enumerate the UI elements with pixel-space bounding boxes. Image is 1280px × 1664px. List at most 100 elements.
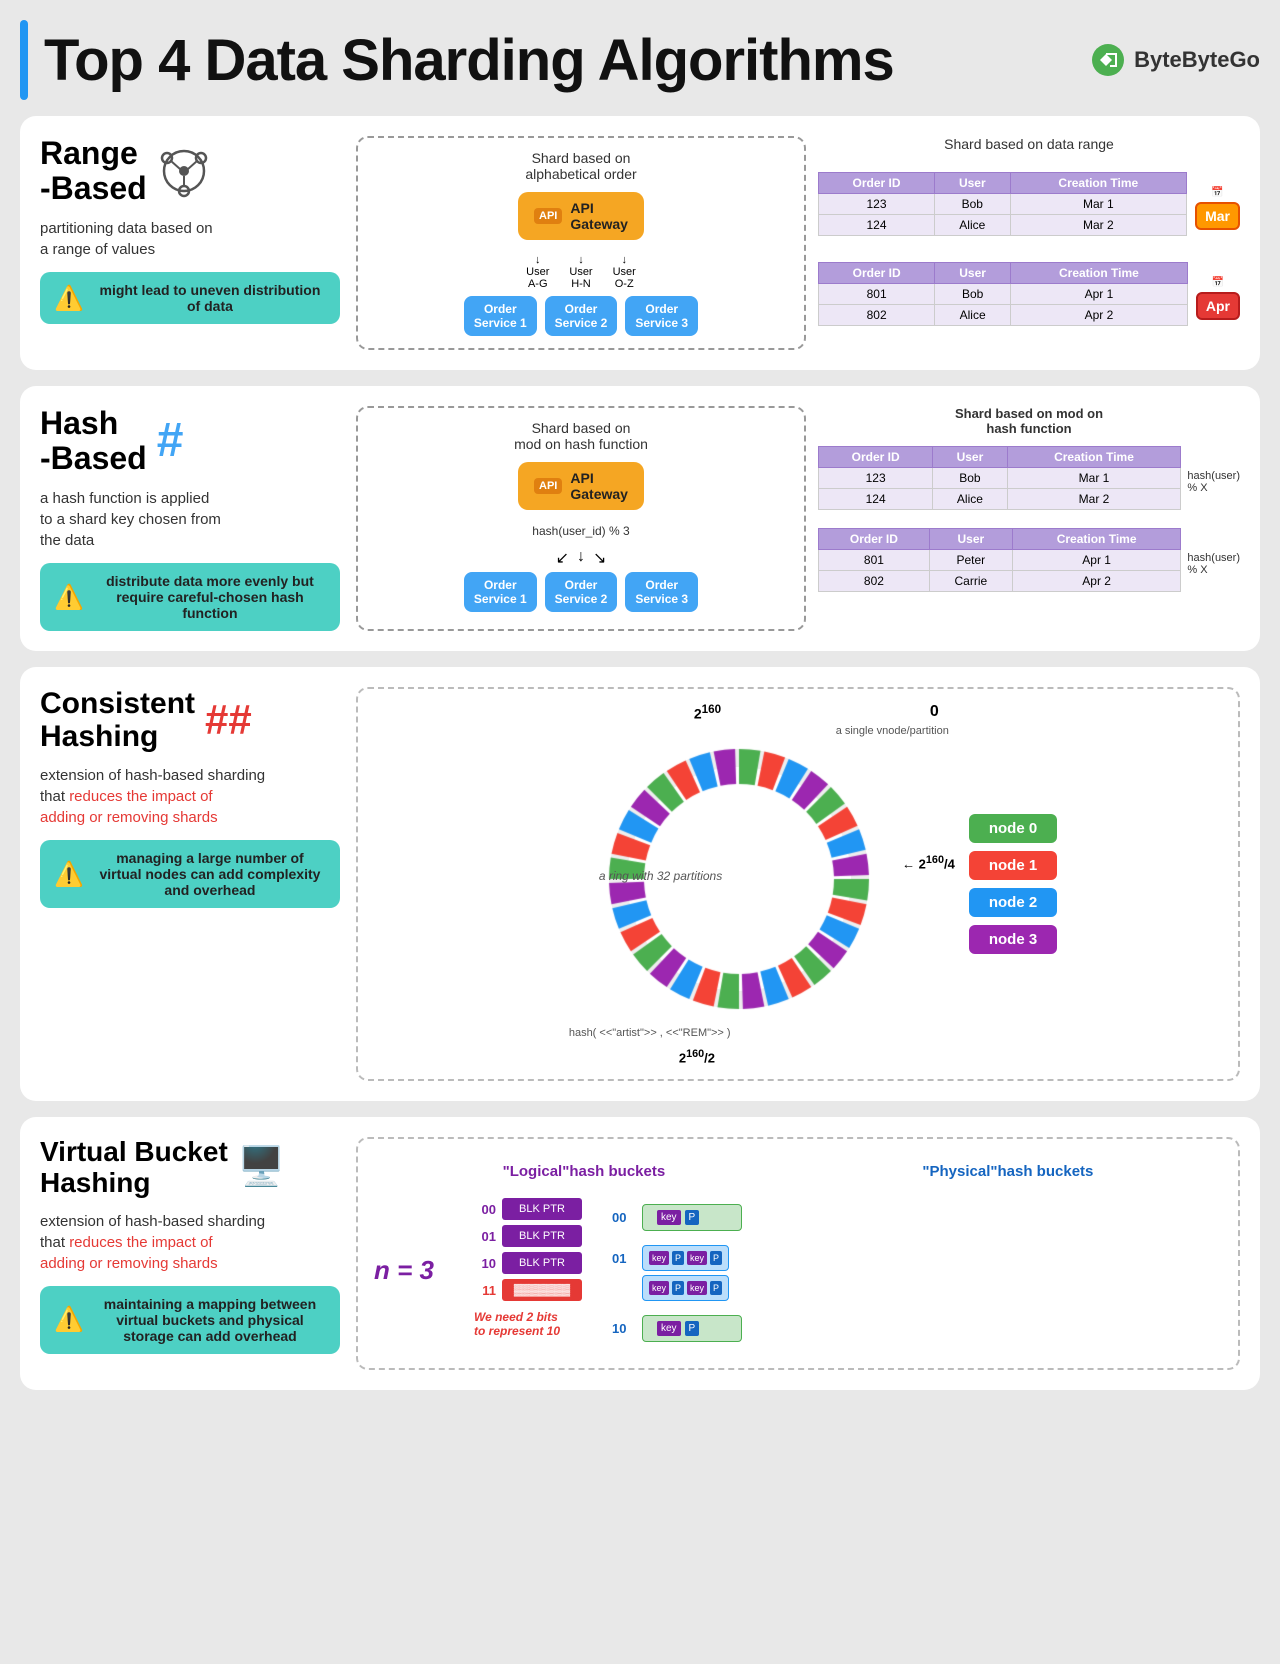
bucket-00: 00 BLK PTR: [474, 1198, 582, 1220]
hash-diagram-box: Shard based onmod on hash function API A…: [356, 406, 806, 631]
range-icon: [157, 144, 212, 199]
range-services: OrderService 1 OrderService 2 OrderServi…: [464, 296, 698, 336]
vbucket-desc-red: reduces the impact ofadding or removing …: [40, 1234, 218, 1272]
consistent-desc: extension of hash-based shardingthat red…: [40, 765, 340, 828]
bucket-section-titles: "Logical"hash buckets "Physical"hash buc…: [374, 1163, 1222, 1180]
th-orderid-1: Order ID: [819, 173, 935, 194]
phys-label-00: 00: [612, 1210, 634, 1225]
hash-api-gateway: API APIGateway: [518, 462, 644, 510]
table-row: 801BobApr 1: [819, 284, 1188, 305]
hash-left-panel: Hash-Based # a hash function is appliedt…: [40, 406, 340, 631]
hash-service-3: OrderService 3: [625, 572, 698, 612]
n-label: n = 3: [374, 1255, 434, 1286]
page-container: Top 4 Data Sharding Algorithms ByteByteG…: [0, 0, 1280, 1426]
brand-name: ByteByteGo: [1134, 47, 1260, 73]
key-p-10-2: P: [685, 1321, 700, 1336]
monitor-icon: 🖥️: [238, 1147, 285, 1189]
bucket-bar-00: BLK PTR: [502, 1198, 582, 1220]
hash-right-panel: Shard based onmod on hash function API A…: [356, 406, 1240, 631]
hash-table-2: Order ID User Creation Time 801PeterApr …: [818, 528, 1181, 592]
vbucket-title: Virtual BucketHashing 🖥️: [40, 1137, 340, 1199]
range-title: Range-Based: [40, 136, 340, 206]
logical-title: "Logical"hash buckets: [503, 1163, 666, 1180]
hash-icon: #: [157, 417, 184, 465]
table-row: 123BobMar 1: [819, 468, 1181, 489]
bucket-bar-01: BLK PTR: [502, 1225, 582, 1247]
brand-logo: ByteByteGo: [1090, 42, 1260, 78]
user-label-oz: ↓UserO-Z: [613, 254, 636, 290]
ring-caption: a ring with 32 partitions: [599, 869, 722, 883]
table-row: 124AliceMar 2: [819, 215, 1187, 236]
range-warning: ⚠️ might lead to uneven distribution of …: [40, 272, 340, 324]
key-p-00-1: key: [657, 1210, 681, 1225]
table-row: 124AliceMar 2: [819, 489, 1181, 510]
hash-right-title: Shard based on mod onhash function: [818, 406, 1240, 436]
consistent-warning: ⚠️ managing a large number of virtual no…: [40, 840, 340, 908]
warning-icon-consistent: ⚠️: [54, 860, 84, 889]
physical-title: "Physical"hash buckets: [922, 1163, 1093, 1180]
th-orderid-2: Order ID: [819, 263, 935, 284]
we-need-label: We need 2 bitsto represent 10: [474, 1310, 582, 1338]
hash-artist-label: hash( <<"artist">> , <<"REM">> ): [569, 1027, 731, 1039]
node-3-badge: node 3: [969, 925, 1057, 954]
page-title: Top 4 Data Sharding Algorithms: [44, 27, 894, 94]
phys-label-10: 10: [612, 1321, 634, 1336]
header-accent-bar: [20, 20, 28, 100]
warning-icon-range: ⚠️: [54, 284, 84, 313]
phys-box-01-row2: key P key P: [642, 1275, 729, 1301]
service-3: OrderService 3: [625, 296, 698, 336]
warning-icon-vbucket: ⚠️: [54, 1305, 84, 1334]
bucket-bar-11: ▓▓▓▓▓▓▓: [502, 1279, 582, 1301]
range-tables-panel: Shard based on data range Order ID User …: [818, 136, 1240, 350]
header: Top 4 Data Sharding Algorithms ByteByteG…: [20, 20, 1260, 100]
ring-label-right: ← 2160/4: [902, 854, 955, 871]
range-desc: partitioning data based ona range of val…: [40, 218, 340, 260]
vbucket-right-panel: "Logical"hash buckets "Physical"hash buc…: [356, 1137, 1240, 1370]
range-table-group-1: Order ID User Creation Time 123BobMar 1 …: [818, 172, 1240, 244]
mar-badge: Mar: [1195, 202, 1240, 230]
hash-warning-text: distribute data more evenly but require …: [94, 573, 326, 621]
api-gateway-label: APIGateway: [570, 200, 628, 232]
table-row: 802CarrieApr 2: [819, 571, 1181, 592]
vnode-label: a single vnode/partition: [836, 725, 949, 737]
th-user-1: User: [935, 173, 1010, 194]
bucket-label-00: 00: [474, 1202, 496, 1217]
hash-table-group-1: Order ID User Creation Time 123BobMar 1 …: [818, 446, 1240, 518]
api-badge: API: [534, 208, 562, 224]
th-creation-2: Creation Time: [1010, 263, 1187, 284]
user-label-ag: ↓UserA-G: [526, 254, 549, 290]
hash-table-1: Order ID User Creation Time 123BobMar 1 …: [818, 446, 1181, 510]
bucket-bar-10: BLK PTR: [502, 1252, 582, 1274]
consistent-left-panel: ConsistentHashing ## extension of hash-b…: [40, 687, 340, 908]
service-1: OrderService 1: [464, 296, 537, 336]
bucket-10: 10 BLK PTR: [474, 1252, 582, 1274]
range-right-panel: Shard based onalphabetical order API API…: [356, 136, 1240, 350]
hash-service-1: OrderService 1: [464, 572, 537, 612]
virtual-bucket-section: Virtual BucketHashing 🖥️ extension of ha…: [20, 1117, 1260, 1390]
range-diagram-box: Shard based onalphabetical order API API…: [356, 136, 806, 350]
phys-label-01: 01: [612, 1251, 634, 1266]
ring-wrapper: 2160 0 ← 2160/4 2160/2 a ring with 32 pa…: [539, 699, 959, 1069]
cal-mar: 📅 Mar: [1195, 187, 1240, 230]
ring-node-legend: node 0 node 1 node 2 node 3: [969, 814, 1057, 954]
table-row: 123BobMar 1: [819, 194, 1187, 215]
phys-box-01-row1: key P key P: [642, 1245, 729, 1271]
node-2-badge: node 2: [969, 888, 1057, 917]
range-table-group-2: Order ID User Creation Time 801BobApr 1 …: [818, 262, 1240, 334]
physical-buckets-area: 00 key P 01 key P key: [612, 1204, 742, 1342]
vbucket-warning: ⚠️ maintaining a mapping between virtual…: [40, 1286, 340, 1354]
vbucket-left-panel: Virtual BucketHashing 🖥️ extension of ha…: [40, 1137, 340, 1354]
vbucket-title-text: Virtual BucketHashing: [40, 1137, 228, 1199]
key-p-10-1: key: [657, 1321, 681, 1336]
bucket-01: 01 BLK PTR: [474, 1225, 582, 1247]
range-warning-text: might lead to uneven distribution of dat…: [94, 282, 326, 314]
th-creation-1: Creation Time: [1010, 173, 1187, 194]
consistent-warning-text: managing a large number of virtual nodes…: [94, 850, 326, 898]
ring-label-bottom: 2160/2: [679, 1048, 715, 1065]
node-1-badge: node 1: [969, 851, 1057, 880]
phys-bucket-10: 10 key P: [612, 1315, 742, 1342]
hash-service-2: OrderService 2: [545, 572, 618, 612]
bucket-11: 11 ▓▓▓▓▓▓▓: [474, 1279, 582, 1301]
range-based-section: Range-Based partitioning data based ona …: [20, 116, 1260, 370]
table-row: 801PeterApr 1: [819, 550, 1181, 571]
